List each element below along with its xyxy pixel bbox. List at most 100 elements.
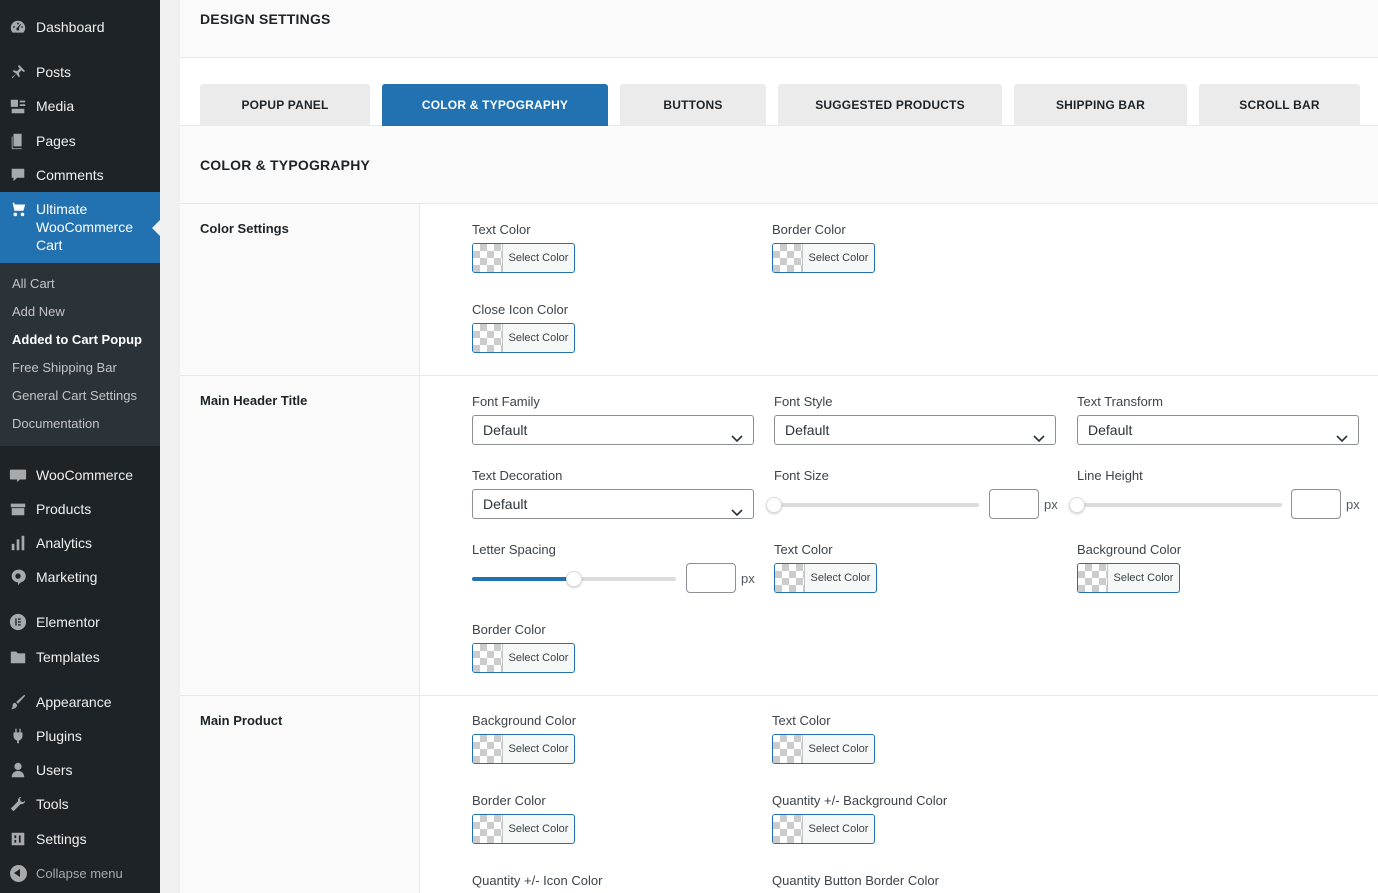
menu-analytics[interactable]: Analytics: [0, 526, 160, 560]
slider-thumb[interactable]: [766, 497, 782, 513]
font-size-slider[interactable]: [766, 497, 979, 513]
slider-thumb[interactable]: [1069, 497, 1085, 513]
field-border-color: Border Color Select Color: [772, 221, 875, 273]
field-text-transform: Text Transform Default: [1077, 393, 1359, 453]
line-height-input[interactable]: [1291, 489, 1341, 519]
color-swatch: [473, 324, 503, 352]
menu-media-label: Media: [36, 98, 75, 114]
slider-thumb[interactable]: [566, 571, 582, 587]
menu-tools[interactable]: Tools: [0, 787, 160, 821]
select-color-button[interactable]: Select Color: [472, 734, 575, 764]
wrench-icon: [0, 795, 36, 813]
select-color-button[interactable]: Select Color: [472, 323, 575, 353]
select-value: Default: [483, 422, 528, 438]
tab-buttons[interactable]: BUTTONS: [620, 84, 766, 126]
collapse-menu[interactable]: Collapse menu: [0, 858, 160, 888]
field-header-border-color: Border Color Select Color: [472, 621, 575, 673]
menu-elementor[interactable]: Elementor: [0, 605, 160, 639]
menu-posts-label: Posts: [36, 64, 72, 80]
field-label: Quantity Button Border Color: [772, 873, 939, 888]
menu-dashboard[interactable]: Dashboard: [0, 10, 160, 44]
field-label: Border Color: [472, 622, 546, 637]
unit-label: px: [1044, 497, 1058, 512]
tab-color-typography[interactable]: COLOR & TYPOGRAPHY: [382, 84, 608, 126]
menu-settings[interactable]: Settings: [0, 822, 160, 856]
font-family-select[interactable]: Default: [472, 415, 754, 445]
row-label-main-product: Main Product: [200, 713, 283, 728]
font-size-input[interactable]: [989, 489, 1039, 519]
menu-pages[interactable]: Pages: [0, 124, 160, 158]
font-style-select[interactable]: Default: [774, 415, 1056, 445]
menu-appearance[interactable]: Appearance: [0, 685, 160, 719]
menu-settings-label: Settings: [36, 831, 87, 847]
menu-appearance-label: Appearance: [36, 694, 112, 710]
select-color-button[interactable]: Select Color: [472, 814, 575, 844]
submenu-free-shipping-bar[interactable]: Free Shipping Bar: [0, 354, 160, 382]
admin-sidebar: Dashboard Posts Media Pages Comments Ult…: [0, 0, 160, 893]
letter-spacing-slider[interactable]: [472, 571, 676, 587]
menu-plugins[interactable]: Plugins: [0, 719, 160, 753]
text-decoration-select[interactable]: Default: [472, 489, 754, 519]
field-label: Text Color: [772, 713, 831, 728]
field-label: Close Icon Color: [472, 302, 569, 317]
select-color-label: Select Color: [508, 252, 569, 264]
menu-comments[interactable]: Comments: [0, 158, 160, 192]
field-product-background-color: Background Color Select Color: [472, 712, 576, 764]
menu-woocommerce-label: WooCommerce: [36, 467, 133, 483]
tab-shipping-bar[interactable]: SHIPPING BAR: [1014, 84, 1187, 126]
menu-templates[interactable]: Templates: [0, 640, 160, 674]
submenu-general-cart-settings[interactable]: General Cart Settings: [0, 382, 160, 410]
select-color-button[interactable]: Select Color: [772, 243, 875, 273]
text-transform-select[interactable]: Default: [1077, 415, 1359, 445]
section-title: COLOR & TYPOGRAPHY: [200, 157, 371, 173]
submenu-all-cart[interactable]: All Cart: [0, 270, 160, 298]
row-main-product: Main Product Background Color Select Col…: [180, 696, 1378, 893]
submenu-added-to-cart-popup[interactable]: Added to Cart Popup: [0, 326, 160, 354]
submenu-documentation[interactable]: Documentation: [0, 410, 160, 438]
color-swatch: [773, 244, 803, 272]
submenu-add-new[interactable]: Add New: [0, 298, 160, 326]
submenu: All Cart Add New Added to Cart Popup Fre…: [0, 263, 160, 446]
row-color-settings: Color Settings Text Color Select Color B…: [180, 204, 1378, 376]
menu-ultimate-woocommerce-cart[interactable]: Ultimate WooCommerce Cart: [0, 192, 160, 263]
color-swatch: [473, 644, 503, 672]
select-value: Default: [1088, 422, 1133, 438]
line-height-slider[interactable]: [1069, 497, 1282, 513]
menu-woocommerce[interactable]: WooCommerce: [0, 458, 160, 492]
chevron-down-icon: [731, 499, 743, 517]
menu-products[interactable]: Products: [0, 492, 160, 526]
menu-media[interactable]: Media: [0, 89, 160, 123]
select-color-button[interactable]: Select Color: [472, 643, 575, 673]
row-main-header-title: Main Header Title Font Family Default Fo…: [180, 376, 1378, 696]
color-swatch: [1078, 564, 1108, 592]
select-color-button[interactable]: Select Color: [772, 814, 875, 844]
tab-popup-panel[interactable]: POPUP PANEL: [200, 84, 370, 126]
select-color-label: Select Color: [810, 572, 871, 584]
field-label: Background Color: [1077, 542, 1182, 557]
field-text-decoration: Text Decoration Default: [472, 467, 754, 527]
letter-spacing-input[interactable]: [686, 563, 736, 593]
field-label: Text Decoration: [472, 468, 563, 483]
color-swatch: [473, 244, 503, 272]
active-menu-arrow: [152, 220, 160, 236]
chevron-down-icon: [1033, 425, 1045, 443]
field-label: Line Height: [1077, 468, 1143, 483]
select-color-button[interactable]: Select Color: [1077, 563, 1180, 593]
tab-suggested-products[interactable]: SUGGESTED PRODUCTS: [778, 84, 1002, 126]
paintbrush-icon: [0, 693, 36, 711]
select-color-button[interactable]: Select Color: [774, 563, 877, 593]
select-color-label: Select Color: [508, 652, 569, 664]
select-color-button[interactable]: Select Color: [472, 243, 575, 273]
tab-scroll-bar[interactable]: SCROLL BAR: [1199, 84, 1360, 126]
color-swatch: [773, 815, 803, 843]
field-label: Border Color: [772, 222, 846, 237]
select-color-button[interactable]: Select Color: [772, 734, 875, 764]
menu-marketing[interactable]: Marketing: [0, 560, 160, 594]
field-close-icon-color: Close Icon Color Select Color: [472, 301, 575, 353]
chevron-down-icon: [731, 425, 743, 443]
menu-users[interactable]: Users: [0, 753, 160, 787]
menu-pages-label: Pages: [36, 133, 76, 149]
row-label-column: Main Product: [180, 696, 420, 893]
menu-ultimate-label: Ultimate WooCommerce Cart: [36, 201, 133, 253]
menu-posts[interactable]: Posts: [0, 55, 160, 89]
